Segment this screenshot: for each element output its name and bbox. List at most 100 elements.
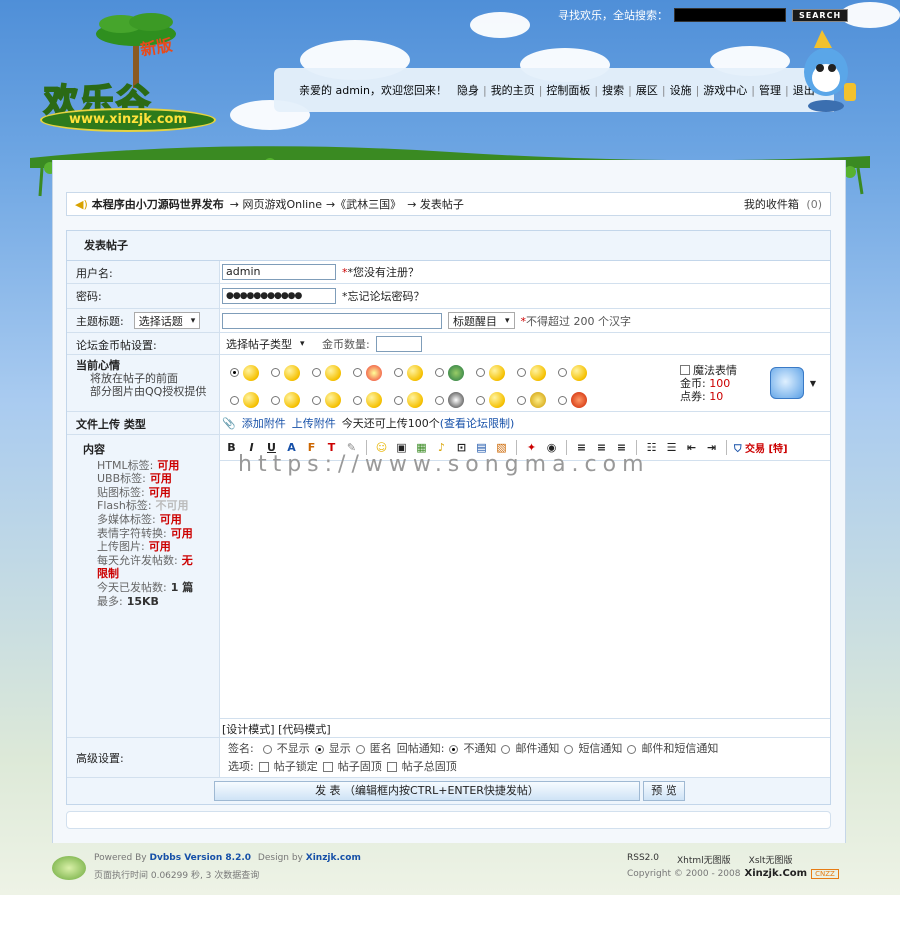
nav-item-home[interactable]: 我的主页 xyxy=(491,82,535,98)
xslt-link[interactable]: Xslt无图版 xyxy=(749,853,793,866)
content-rule-value: 可用 xyxy=(148,485,171,499)
register-link[interactable]: **您没有注册？ xyxy=(342,264,419,280)
row-gold: 论坛金币帖设置: 选择帖子类型 金币数量: xyxy=(67,333,830,355)
notify-radio-both[interactable] xyxy=(627,744,637,754)
post-type-select[interactable]: 选择帖子类型 xyxy=(222,335,316,352)
upload-attachment-link[interactable]: 上传附件 xyxy=(292,415,336,431)
notify-radio-none[interactable] xyxy=(449,744,459,754)
editor-area[interactable] xyxy=(220,461,830,719)
content-rule-name: 上传图片: xyxy=(97,540,145,554)
nav-item-admin[interactable]: 管理 xyxy=(759,82,781,98)
mood-radio[interactable] xyxy=(476,368,485,378)
title-style-select[interactable]: 标题醒目 xyxy=(448,312,515,329)
inbox-link[interactable]: 我的收件箱 (0) xyxy=(744,196,822,212)
nav-item-game-center[interactable]: 游戏中心 xyxy=(703,82,747,98)
notify-radio-sms[interactable] xyxy=(564,744,574,754)
lock-checkbox[interactable] xyxy=(258,762,269,772)
content-rule-value: 可用 xyxy=(170,526,193,540)
content-rule-value: 不可用 xyxy=(155,499,189,513)
nav-item-search[interactable]: 搜索 xyxy=(602,82,624,98)
sig-radio-hide[interactable] xyxy=(262,744,272,754)
search-input[interactable] xyxy=(674,8,786,22)
mood-label: 当前心情 xyxy=(76,359,120,372)
upload-limit-link[interactable]: (查看论坛限制) xyxy=(440,415,515,431)
mood-radio[interactable] xyxy=(271,395,280,405)
love-icon xyxy=(366,364,382,381)
indent-icon[interactable]: ⇥ xyxy=(704,440,719,455)
mood-radio[interactable] xyxy=(271,368,280,378)
footer-logo-icon xyxy=(52,856,86,880)
pin-checkbox[interactable] xyxy=(322,762,333,772)
mood-radio[interactable] xyxy=(517,368,526,378)
content-rule-name: 表情字符转换: xyxy=(97,526,167,540)
notify-option: 短信通知 xyxy=(578,742,623,755)
add-attachment-link[interactable]: 添加附件 xyxy=(242,415,286,431)
magic-face-icon[interactable] xyxy=(769,367,804,399)
global-pin-checkbox[interactable] xyxy=(386,762,397,772)
nav-item-settings[interactable]: 设施 xyxy=(670,82,692,98)
smile-icon xyxy=(325,392,341,409)
forgot-password-link[interactable]: *忘记论坛密码？ xyxy=(342,288,425,304)
username-input[interactable]: admin xyxy=(222,264,336,280)
cnzz-badge[interactable]: CNZZ xyxy=(811,868,839,879)
nav-item-control-panel[interactable]: 控制面板 xyxy=(546,82,590,98)
breadcrumb-item[interactable]: → 网页游戏Online xyxy=(230,196,322,212)
content-rule-name: 贴图标签: xyxy=(97,485,145,499)
notify-radio-mail[interactable] xyxy=(501,744,511,754)
mood-radio[interactable] xyxy=(312,368,321,378)
mood-radio[interactable] xyxy=(394,395,403,405)
row-subject: 主题标题: 选择话题 标题醒目 *不得超过 200 个汉字 xyxy=(67,309,830,333)
mood-radio[interactable] xyxy=(312,395,321,405)
site-logo[interactable]: 新版 欢乐谷 www.xinzjk.com xyxy=(36,8,226,134)
chevron-down-icon[interactable]: ▼ xyxy=(810,379,816,388)
submit-button[interactable]: 发 表 （编辑框内按CTRL+ENTER快捷发帖） xyxy=(214,781,640,801)
mood-radio[interactable] xyxy=(476,395,485,405)
mood-radio[interactable] xyxy=(435,395,444,405)
mood-radio[interactable] xyxy=(435,368,444,378)
unordered-list-icon[interactable]: ☰ xyxy=(664,440,679,455)
nav-item-hide[interactable]: 隐身 xyxy=(457,82,479,98)
mood-radio[interactable] xyxy=(517,395,526,405)
row-mood: 当前心情 将放在帖子的前面 部分图片由QQ授权提供 魔法表情 金币: 100 点… xyxy=(67,355,830,412)
trade-label: 交易 xyxy=(744,444,765,455)
xhtml-link[interactable]: Xhtml无图版 xyxy=(677,853,731,866)
mood-radio[interactable] xyxy=(230,368,239,378)
top-nav: 亲爱的 admin，欢迎您回来！ 隐身 | 我的主页 | 控制面板 | 搜索 | 展区 |… xyxy=(274,68,834,112)
subject-hint: 不得超过 200 个汉字 xyxy=(526,314,632,328)
mood-radio[interactable] xyxy=(558,395,567,405)
breadcrumb-site[interactable]: 本程序由小刀源码世界发布 xyxy=(92,196,224,212)
mood-radio[interactable] xyxy=(394,368,403,378)
subject-input[interactable] xyxy=(222,312,442,329)
option-check-label: 帖子总固顶 xyxy=(401,760,457,773)
outdent-icon[interactable]: ⇤ xyxy=(684,440,699,455)
topic-select[interactable]: 选择话题 xyxy=(133,312,201,329)
design-link[interactable]: Xinzjk.com xyxy=(306,853,361,863)
editor-modes[interactable]: [设计模式] [代码模式] xyxy=(220,719,830,737)
magic-checkbox[interactable] xyxy=(680,365,690,375)
content-rule: 上传图片: 可用 xyxy=(97,540,203,554)
sig-radio-anon[interactable] xyxy=(355,744,365,754)
gold-coin-label: 金币: xyxy=(680,376,706,390)
trade-button[interactable]: ⛉ 交易 [特] xyxy=(734,440,788,455)
password-input[interactable]: ●●●●●●●●●●● xyxy=(222,288,336,304)
smile-icon xyxy=(407,364,423,381)
breadcrumb-item[interactable]: →《武林三国》 xyxy=(326,196,401,212)
smile-icon xyxy=(489,364,505,381)
mood-radio[interactable] xyxy=(353,395,362,405)
dvbbs-link[interactable]: Dvbbs Version 8.2.0 xyxy=(150,853,252,863)
bold-icon[interactable]: B xyxy=(224,440,239,455)
sig-radio-show[interactable] xyxy=(314,744,324,754)
mood-radio[interactable] xyxy=(353,368,362,378)
preview-button[interactable]: 预 览 xyxy=(643,781,685,801)
mood-radio[interactable] xyxy=(558,368,567,378)
nav-item-showcase[interactable]: 展区 xyxy=(636,82,658,98)
inbox-count: (0) xyxy=(806,198,822,211)
copyright-site[interactable]: Xinzjk.Com xyxy=(744,868,807,879)
content-label-cell: 内容 HTML标签: 可用 UBB标签: 可用 贴图标签: 可用 Flash标签: 不可用 多媒… xyxy=(67,435,220,737)
search-button[interactable]: SEARCH xyxy=(792,8,849,22)
rss-link[interactable]: RSS2.0 xyxy=(627,853,659,866)
gold-amount-label: 金币数量: xyxy=(322,337,370,351)
gold-amount-input[interactable] xyxy=(375,335,422,352)
points-value: 10 xyxy=(709,389,724,403)
mood-radio[interactable] xyxy=(230,395,239,405)
